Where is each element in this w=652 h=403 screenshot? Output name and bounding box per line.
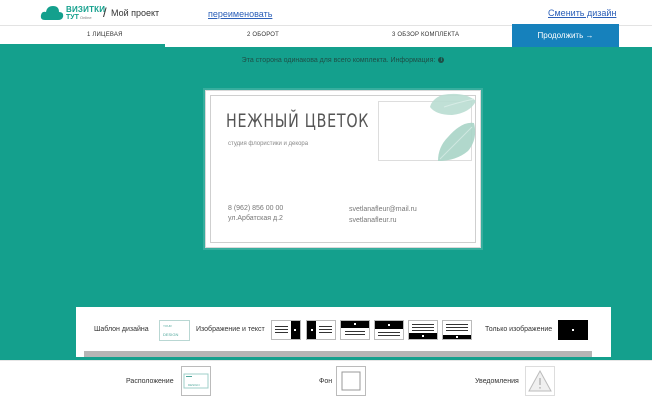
- template-scrollbar[interactable]: [84, 351, 592, 357]
- active-step-indicator: [0, 44, 165, 47]
- layout-thumb-text: DESIGN: [188, 383, 200, 387]
- layout-thumb-6[interactable]: [442, 320, 472, 340]
- title-separator: /: [103, 5, 107, 20]
- design-template-label: Шаблон дизайна: [94, 326, 149, 333]
- image-only-icon: [572, 329, 574, 331]
- logo[interactable]: ВИЗИТКИ ТУТ Online: [40, 3, 106, 23]
- image-text-label: Изображение и текст: [196, 326, 265, 333]
- notifications-button[interactable]: [525, 366, 555, 396]
- tab-front[interactable]: 1 ЛИЦЕВАЯ: [87, 32, 123, 38]
- warning-icon: [528, 369, 552, 392]
- notifications-label: Уведомления: [475, 378, 519, 385]
- tab-back[interactable]: 2 ОБОРОТ: [247, 32, 279, 38]
- design-thumb-top: YOUR: [163, 324, 172, 328]
- tab-review[interactable]: 3 ОБЗОР КОМПЛЕКТА: [392, 32, 459, 38]
- leaves-image[interactable]: [412, 93, 478, 163]
- continue-button[interactable]: Продолжить →: [512, 24, 619, 47]
- layout-thumb-1[interactable]: [271, 320, 301, 340]
- layout-thumb-3[interactable]: [340, 320, 370, 340]
- layout-image-bottom-strip-icon: [443, 324, 471, 339]
- layout-image-top-icon: [341, 321, 369, 335]
- card-phone[interactable]: 8 (962) 856 00 00: [228, 205, 283, 212]
- design-thumb-text: DESIGN: [163, 332, 179, 337]
- layout-thumb-5[interactable]: [408, 320, 438, 340]
- logo-text-tut: ТУТ: [66, 14, 79, 21]
- layout-image-top-wide-icon: [375, 321, 403, 336]
- card-address[interactable]: ул.Арбатская д.2: [228, 215, 283, 222]
- background-button[interactable]: [336, 366, 366, 396]
- background-swatch-icon: [341, 371, 361, 391]
- info-text: Эта сторона одинакова для всего комплект…: [241, 57, 436, 64]
- logo-text-vizitki: ВИЗИТКИ: [66, 5, 106, 14]
- layout-thumb-2[interactable]: [306, 320, 336, 340]
- card-title[interactable]: НЕЖНЫЙ ЦВЕТОК: [226, 110, 369, 132]
- layout-image-right-icon: [275, 321, 300, 339]
- layout-button[interactable]: DESIGN: [181, 366, 211, 396]
- design-template-thumb[interactable]: YOUR DESIGN: [159, 320, 190, 341]
- card-subtitle[interactable]: студия флористики и декора: [228, 141, 308, 147]
- card-website[interactable]: svetlanafleur.ru: [349, 217, 396, 224]
- layout-thumb-4[interactable]: [374, 320, 404, 340]
- card-email[interactable]: svetlanafleur@mail.ru: [349, 206, 417, 213]
- layout-label: Расположение: [126, 378, 174, 385]
- cloud-icon: [40, 6, 64, 20]
- layout-image-left-icon: [307, 321, 332, 339]
- layout-thumb-image-only[interactable]: [558, 320, 588, 340]
- layout-thumb-icon: [183, 373, 209, 389]
- info-bar: Эта сторона одинакова для всего комплект…: [0, 57, 652, 64]
- image-only-label: Только изображение: [485, 326, 553, 333]
- rename-link[interactable]: переименовать: [208, 9, 272, 19]
- change-design-link[interactable]: Сменить дизайн: [548, 8, 616, 18]
- project-name: Мой проект: [111, 8, 160, 18]
- layout-image-bottom-icon: [409, 324, 437, 339]
- logo-text-online: Online: [80, 15, 92, 20]
- background-label: Фон: [319, 378, 333, 385]
- info-icon[interactable]: i: [438, 57, 445, 64]
